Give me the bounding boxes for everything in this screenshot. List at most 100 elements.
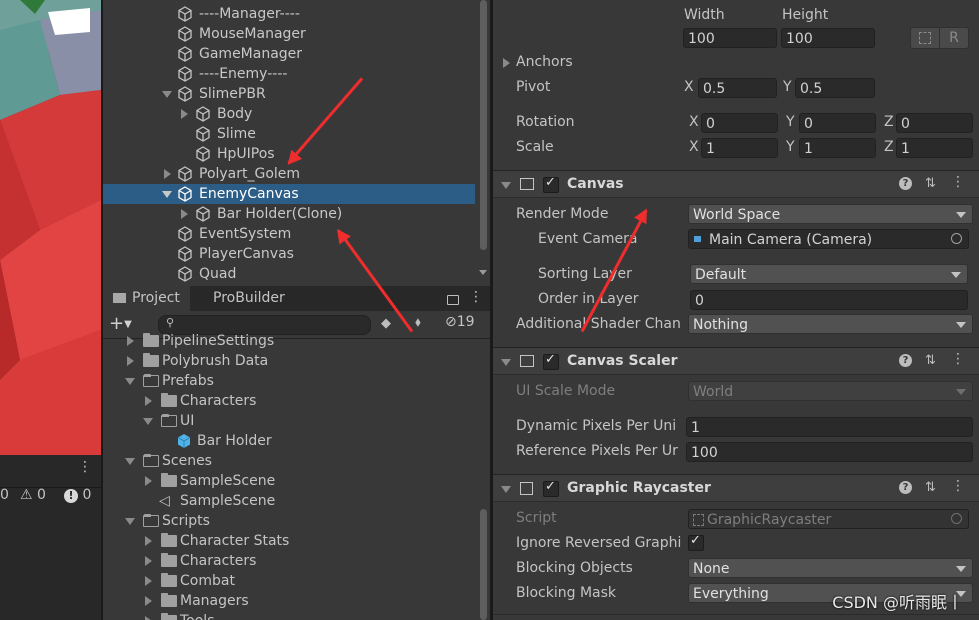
hierarchy-item[interactable]: MouseManager bbox=[103, 24, 475, 44]
graphic-raycaster-enabled-checkbox[interactable] bbox=[543, 479, 559, 497]
pivot-x-field[interactable]: 0.5 bbox=[698, 78, 777, 98]
collapse-arrow-icon[interactable] bbox=[145, 556, 152, 566]
order-in-layer-field[interactable]: 0 bbox=[690, 290, 968, 310]
tab-project[interactable]: Project bbox=[103, 286, 190, 311]
console-warning-count[interactable]: ⚠ 0 bbox=[20, 485, 46, 505]
component-foldout-icon[interactable] bbox=[501, 359, 511, 366]
collapse-arrow-icon[interactable] bbox=[127, 336, 134, 346]
pivot-y-field[interactable]: 0.5 bbox=[795, 78, 875, 98]
collapse-arrow-icon[interactable] bbox=[181, 209, 188, 219]
project-item[interactable]: Scenes bbox=[103, 451, 475, 471]
panel-menu-dots[interactable]: ⋮ bbox=[469, 289, 483, 305]
collapse-arrow-icon[interactable] bbox=[145, 616, 152, 620]
project-item[interactable]: Character Stats bbox=[103, 531, 475, 551]
scale-x-field[interactable]: 1 bbox=[701, 138, 778, 158]
project-item[interactable]: PipelineSettings bbox=[103, 331, 475, 351]
hidden-packages-toggle[interactable]: ⊘19 bbox=[445, 314, 475, 330]
component-menu-icon[interactable]: ⋮ bbox=[951, 351, 965, 367]
collapse-arrow-icon[interactable] bbox=[145, 576, 152, 586]
collapse-arrow-icon[interactable] bbox=[164, 169, 171, 179]
expand-arrow-icon[interactable] bbox=[125, 378, 135, 385]
project-item[interactable]: Tools bbox=[103, 611, 475, 620]
component-menu-icon[interactable]: ⋮ bbox=[951, 478, 965, 494]
project-item[interactable]: Combat bbox=[103, 571, 475, 591]
hierarchy-item[interactable]: GameManager bbox=[103, 44, 475, 64]
hierarchy-item[interactable]: Slime bbox=[103, 124, 475, 144]
rotation-y-field[interactable]: 0 bbox=[799, 113, 876, 133]
scene-view[interactable] bbox=[0, 0, 101, 455]
hierarchy-item-selected[interactable]: EnemyCanvas bbox=[103, 184, 475, 204]
project-item[interactable]: Characters bbox=[103, 551, 475, 571]
filter-by-type-icon[interactable]: ◆ bbox=[381, 316, 391, 331]
dynamic-pixels-field[interactable]: 1 bbox=[686, 417, 973, 437]
hierarchy-item[interactable]: ----Enemy---- bbox=[103, 64, 475, 84]
raw-edit-button[interactable]: R bbox=[939, 27, 969, 49]
hierarchy-item[interactable]: ----Manager---- bbox=[103, 4, 475, 24]
scroll-down-icon[interactable] bbox=[479, 270, 487, 275]
project-item[interactable]: Polybrush Data bbox=[103, 351, 475, 371]
collapse-arrow-icon[interactable] bbox=[145, 396, 152, 406]
filter-by-label-icon[interactable]: ⬧ bbox=[415, 315, 421, 330]
presets-icon[interactable]: ⇅ bbox=[925, 176, 936, 191]
hierarchy-item[interactable]: Body bbox=[103, 104, 475, 124]
hierarchy-scrollbar[interactable] bbox=[477, 0, 490, 286]
expand-arrow-icon[interactable] bbox=[125, 458, 135, 465]
component-foldout-icon[interactable] bbox=[501, 486, 511, 493]
project-scrollbar[interactable] bbox=[477, 339, 490, 620]
height-field[interactable]: 100 bbox=[781, 28, 875, 48]
event-camera-field[interactable]: Main Camera (Camera) bbox=[688, 229, 969, 249]
lock-icon[interactable] bbox=[447, 295, 459, 305]
hierarchy-item[interactable]: SlimePBR bbox=[103, 84, 475, 104]
expand-arrow-icon[interactable] bbox=[162, 191, 172, 198]
anchors-foldout-icon[interactable] bbox=[503, 58, 510, 68]
project-item[interactable]: ◁ SampleScene bbox=[103, 491, 475, 511]
hierarchy-item[interactable]: Quad bbox=[103, 264, 475, 284]
collapse-arrow-icon[interactable] bbox=[145, 476, 152, 486]
graphic-raycaster-component-header[interactable]: Graphic Raycaster ? ⇅ ⋮ bbox=[493, 474, 979, 502]
expand-arrow-icon[interactable] bbox=[143, 418, 153, 425]
project-item[interactable]: Bar Holder bbox=[103, 431, 475, 451]
collapse-arrow-icon[interactable] bbox=[145, 596, 152, 606]
project-item[interactable]: SampleScene bbox=[103, 471, 475, 491]
help-icon[interactable]: ? bbox=[899, 177, 912, 190]
canvas-scaler-component-header[interactable]: Canvas Scaler ? ⇅ ⋮ bbox=[493, 347, 979, 375]
hierarchy-item[interactable]: Bar Holder(Clone) bbox=[103, 204, 475, 224]
scale-y-field[interactable]: 1 bbox=[799, 138, 876, 158]
rotation-x-field[interactable]: 0 bbox=[701, 113, 778, 133]
project-item[interactable]: Managers bbox=[103, 591, 475, 611]
reference-pixels-field[interactable]: 100 bbox=[686, 442, 973, 462]
expand-arrow-icon[interactable] bbox=[125, 518, 135, 525]
help-icon[interactable]: ? bbox=[899, 481, 912, 494]
anchors-label[interactable]: Anchors bbox=[516, 54, 573, 70]
project-item[interactable]: Scripts bbox=[103, 511, 475, 531]
console-error-count[interactable]: ! 0 bbox=[64, 485, 91, 505]
console-menu-dots[interactable]: ⋮ bbox=[78, 459, 92, 475]
hierarchy-item[interactable]: EventSystem bbox=[103, 224, 475, 244]
collapse-arrow-icon[interactable] bbox=[181, 109, 188, 119]
console-message-count[interactable]: 0 bbox=[0, 485, 9, 505]
canvas-enabled-checkbox[interactable] bbox=[543, 175, 559, 193]
project-item[interactable]: Prefabs bbox=[103, 371, 475, 391]
hierarchy-item[interactable]: Polyart_Golem bbox=[103, 164, 475, 184]
project-item[interactable]: UI bbox=[103, 411, 475, 431]
tab-probuilder[interactable]: ProBuilder bbox=[203, 286, 295, 311]
render-mode-dropdown[interactable]: World Space bbox=[688, 204, 973, 224]
width-field[interactable]: 100 bbox=[683, 28, 777, 48]
component-menu-icon[interactable]: ⋮ bbox=[951, 174, 965, 190]
blocking-objects-dropdown[interactable]: None bbox=[688, 558, 973, 578]
project-item[interactable]: Characters bbox=[103, 391, 475, 411]
additional-shader-channels-dropdown[interactable]: Nothing bbox=[688, 314, 973, 334]
expand-arrow-icon[interactable] bbox=[162, 91, 172, 98]
scale-z-field[interactable]: 1 bbox=[896, 138, 973, 158]
presets-icon[interactable]: ⇅ bbox=[925, 480, 936, 495]
canvas-component-header[interactable]: Canvas ? ⇅ ⋮ bbox=[493, 170, 979, 198]
presets-icon[interactable]: ⇅ bbox=[925, 353, 936, 368]
collapse-arrow-icon[interactable] bbox=[145, 536, 152, 546]
help-icon[interactable]: ? bbox=[899, 354, 912, 367]
object-picker-icon[interactable] bbox=[951, 233, 962, 244]
collapse-arrow-icon[interactable] bbox=[127, 356, 134, 366]
blueprint-mode-button[interactable] bbox=[910, 27, 940, 49]
canvas-scaler-enabled-checkbox[interactable] bbox=[543, 352, 559, 370]
sorting-layer-dropdown[interactable]: Default bbox=[690, 264, 968, 284]
component-foldout-icon[interactable] bbox=[501, 182, 511, 189]
